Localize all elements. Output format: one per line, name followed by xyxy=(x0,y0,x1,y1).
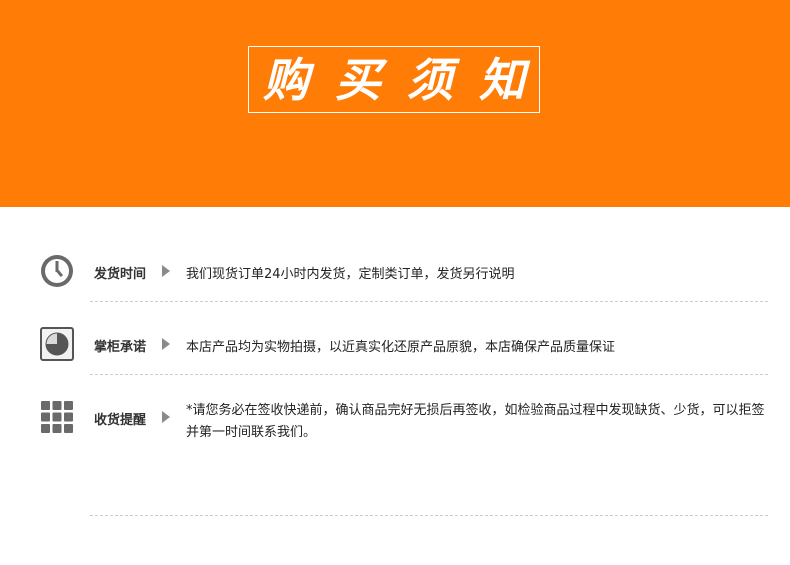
divider xyxy=(90,515,768,516)
divider xyxy=(90,301,768,302)
clock-icon xyxy=(41,255,73,287)
grid-icon xyxy=(41,401,73,433)
item-label-shipping-time: 发货时间 xyxy=(94,267,147,282)
page-title: 购买须知 xyxy=(263,52,551,107)
arrow-right-icon xyxy=(162,338,170,350)
arrow-right-icon xyxy=(162,411,170,423)
pie-chart-icon xyxy=(40,327,74,361)
item-text-shipping-time: 我们现货订单24小时内发货，定制类订单，发货另行说明 xyxy=(186,267,515,282)
arrow-right-icon xyxy=(162,265,170,277)
item-text-promise: 本店产品均为实物拍摄，以近真实化还原产品原貌，本店确保产品质量保证 xyxy=(186,340,616,355)
divider xyxy=(90,374,768,375)
item-text-receiving: *请您务必在签收快递前，确认商品完好无损后再签收，如检验商品过程中发现缺货、少货… xyxy=(186,403,765,440)
item-label-receiving: 收货提醒 xyxy=(94,413,147,428)
title-box: 购买须知 xyxy=(248,46,540,113)
header-banner: 购买须知 xyxy=(0,0,790,207)
item-label-promise: 掌柜承诺 xyxy=(94,340,147,355)
